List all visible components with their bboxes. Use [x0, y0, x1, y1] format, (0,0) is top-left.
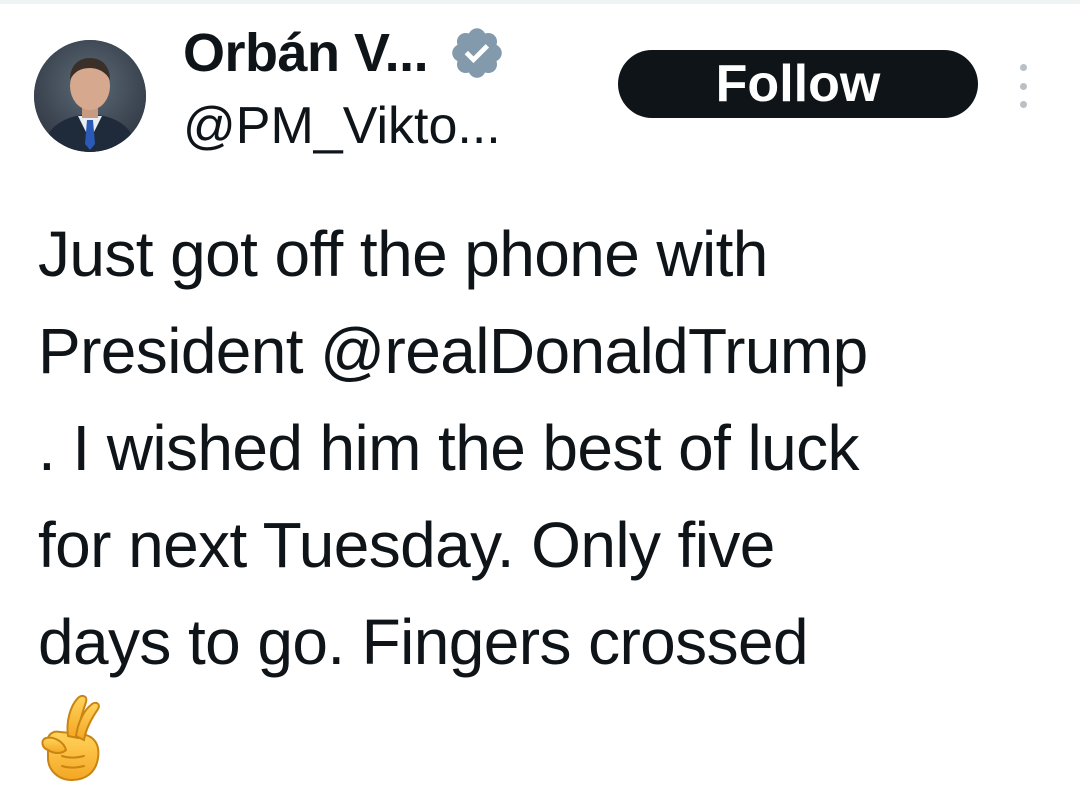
more-vertical-icon[interactable] — [1008, 64, 1038, 108]
more-dot — [1019, 64, 1027, 71]
crossed-fingers-emoji — [38, 692, 110, 784]
tweet-text-line: days to go. Fingers crossed — [38, 606, 809, 678]
avatar[interactable] — [34, 40, 146, 152]
tweet-text-line: . I wished him the best of luck — [38, 412, 860, 484]
tweet-text: Just got off the phone with President @r… — [38, 206, 1078, 691]
tweet-card: Orbán V... @PM_Vikto... Follow Just got … — [0, 0, 1080, 805]
tweet-text-line: President @realDonaldTrump — [38, 315, 868, 387]
follow-button-label: Follow — [715, 55, 881, 113]
more-dot — [1019, 101, 1027, 108]
tweet-text-line: Just got off the phone with — [38, 218, 768, 290]
author-display-name[interactable]: Orbán V... — [183, 22, 429, 84]
follow-button[interactable]: Follow — [618, 50, 978, 118]
tweet-text-line: for next Tuesday. Only five — [38, 509, 775, 581]
author-name-row: Orbán V... — [183, 18, 506, 88]
more-dot — [1019, 82, 1027, 90]
author-handle[interactable]: @PM_Vikto... — [183, 96, 501, 156]
avatar-photo — [34, 40, 146, 152]
verified-badge-icon — [448, 24, 506, 82]
